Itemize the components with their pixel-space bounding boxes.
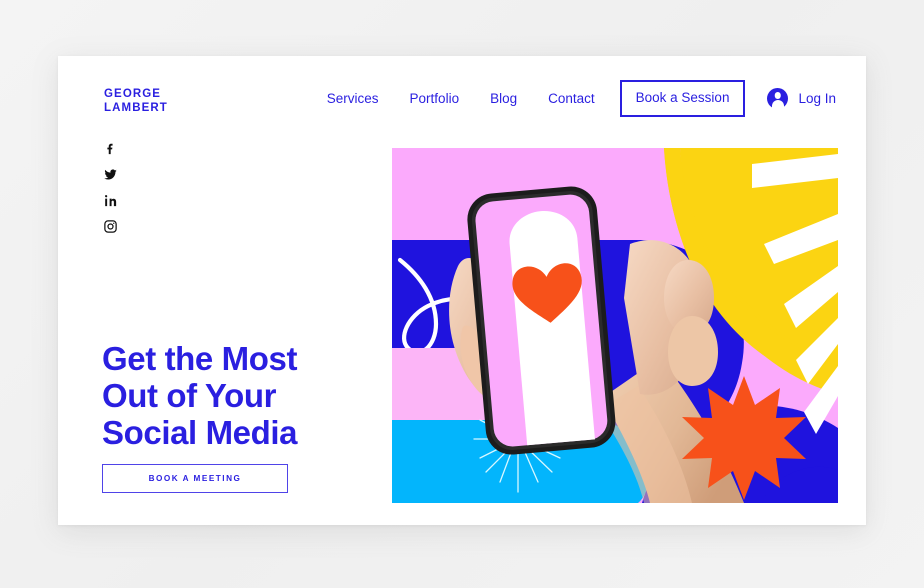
- linkedin-icon[interactable]: [102, 192, 119, 209]
- user-avatar-icon: [767, 88, 789, 109]
- main-navigation: Services Portfolio Blog Contact Book a S…: [327, 80, 836, 117]
- nav-link-portfolio[interactable]: Portfolio: [410, 91, 460, 106]
- instagram-icon[interactable]: [102, 218, 119, 235]
- nav-link-services[interactable]: Services: [327, 91, 379, 106]
- hero-collage-graphic: [392, 148, 838, 503]
- twitter-icon[interactable]: [102, 166, 119, 183]
- hero-image: [392, 148, 838, 503]
- hero-headline: Get the Most Out of Your Social Media: [102, 340, 298, 451]
- login-label[interactable]: Log In: [798, 91, 836, 106]
- nav-link-contact[interactable]: Contact: [548, 91, 595, 106]
- brand-logo[interactable]: GEORGE LAMBERT: [104, 88, 168, 115]
- website-card: GEORGE LAMBERT Services Portfolio Blog C…: [58, 56, 866, 525]
- book-a-session-button[interactable]: Book a Session: [619, 80, 746, 117]
- book-a-meeting-button[interactable]: BOOK A MEETING: [102, 464, 288, 493]
- facebook-icon[interactable]: [102, 140, 119, 157]
- nav-link-blog[interactable]: Blog: [490, 91, 517, 106]
- account-menu[interactable]: Log In: [767, 88, 836, 109]
- social-links: [102, 140, 119, 235]
